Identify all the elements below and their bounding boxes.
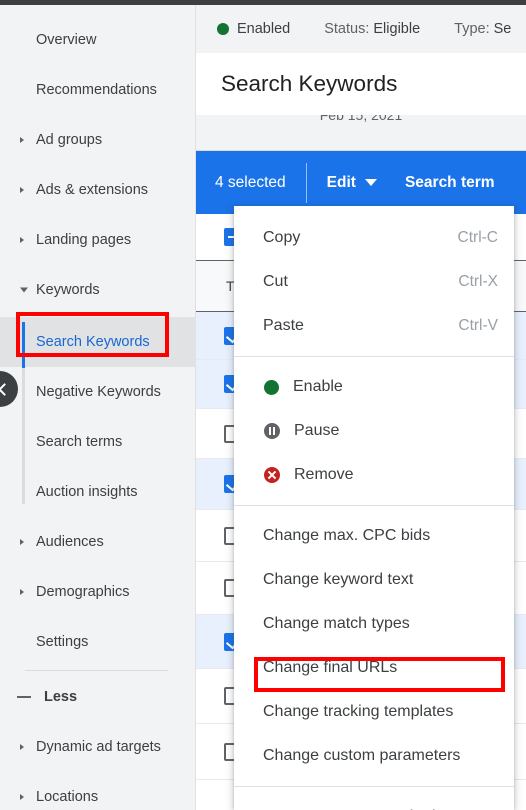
menu-item-label: Paste bbox=[263, 317, 304, 334]
enabled-status-label: Enabled bbox=[237, 21, 291, 37]
sidebar-item-less-toggle[interactable]: Less bbox=[0, 672, 196, 722]
menu-item-label: Change max. CPC bids bbox=[263, 527, 431, 544]
menu-item-label: Change tracking templates bbox=[263, 703, 454, 720]
sidebar-item-label: Audiences bbox=[36, 534, 104, 550]
sidebar-item-label: Search terms bbox=[36, 434, 123, 450]
menu-item-label: Change keyword text bbox=[263, 571, 414, 588]
chevron-left-icon bbox=[0, 382, 11, 396]
sidebar-item-locations[interactable]: Locations bbox=[0, 772, 196, 810]
chevron-right-icon bbox=[20, 589, 24, 595]
menu-item-enable[interactable]: Enable bbox=[234, 365, 514, 409]
sidebar-item-label: Ad groups bbox=[36, 132, 103, 148]
type-value: Se bbox=[493, 21, 512, 37]
sidebar-item-label: Recommendations bbox=[36, 82, 157, 98]
toolbar-divider bbox=[305, 162, 307, 203]
sidebar-item-keywords[interactable]: Keywords bbox=[0, 265, 196, 315]
enabled-status-dot bbox=[217, 23, 229, 35]
sidebar-item-overview[interactable]: Overview bbox=[0, 15, 196, 65]
selection-toolbar: 4 selected Edit Search term bbox=[196, 151, 526, 214]
type-field: Type: Se bbox=[454, 21, 511, 37]
sidebar-item-label: Dynamic ad targets bbox=[36, 739, 161, 755]
menu-separator bbox=[234, 505, 514, 506]
menu-item-shortcut: Ctrl-V bbox=[458, 317, 498, 334]
sidebar-item-label: Negative Keywords bbox=[36, 384, 161, 400]
sidebar-item-demographics[interactable]: Demographics bbox=[0, 567, 196, 617]
selected-count-label: 4 selected bbox=[215, 173, 286, 191]
status-prefix: Status: bbox=[324, 21, 374, 37]
caret-down-icon[interactable] bbox=[364, 179, 377, 186]
menu-item-change-keyword-text[interactable]: Change keyword text bbox=[234, 558, 514, 602]
menu-item-copy[interactable]: Copy Ctrl-C bbox=[234, 216, 514, 260]
search-terms-button[interactable]: Search term bbox=[405, 174, 495, 192]
active-item-indicator bbox=[22, 322, 25, 368]
status-field: Status: Eligible bbox=[324, 21, 420, 37]
sidebar-item-label: Locations bbox=[36, 789, 99, 805]
sidebar-item-label: Ads & extensions bbox=[36, 182, 149, 198]
menu-item-label: Change final URLs bbox=[263, 659, 398, 676]
edit-menu-button[interactable]: Edit bbox=[327, 174, 356, 192]
date-range-bar[interactable]: Feb 15, 2021 bbox=[196, 115, 526, 151]
chevron-right-icon bbox=[20, 187, 24, 193]
pause-circle-icon bbox=[264, 423, 280, 439]
sidebar-item-audiences[interactable]: Audiences bbox=[0, 517, 196, 567]
sidebar-item-negative-keywords[interactable]: Negative Keywords bbox=[0, 367, 196, 417]
menu-item-label: Pause bbox=[294, 422, 340, 439]
menu-item-change-custom-parameters[interactable]: Change custom parameters bbox=[234, 734, 514, 778]
menu-separator bbox=[234, 786, 514, 787]
sidebar-item-auction-insights[interactable]: Auction insights bbox=[0, 467, 196, 517]
chevron-right-icon bbox=[20, 539, 24, 545]
type-prefix: Type: bbox=[454, 21, 494, 37]
sidebar-item-label: Keywords bbox=[36, 282, 100, 298]
campaign-status-bar: Enabled Status: Eligible Type: Se bbox=[196, 5, 526, 53]
sidebar-item-ad-groups[interactable]: Ad groups bbox=[0, 115, 196, 165]
menu-item-label: Copy bbox=[263, 229, 301, 246]
menu-item-shortcut: Ctrl-C bbox=[457, 229, 498, 246]
menu-item-paste[interactable]: Paste Ctrl-V bbox=[234, 304, 514, 348]
sidebar-item-label: Demographics bbox=[36, 584, 130, 600]
menu-item-label: Change match types bbox=[263, 615, 410, 632]
remove-circle-icon bbox=[264, 467, 280, 483]
menu-item-shortcut: Ctrl-X bbox=[458, 273, 498, 290]
sidebar-item-settings[interactable]: Settings bbox=[0, 617, 196, 667]
menu-item-change-final-urls[interactable]: Change final URLs bbox=[234, 646, 514, 690]
sidebar-item-label: Landing pages bbox=[36, 232, 132, 248]
menu-item-change-max-cpc-bids[interactable]: Change max. CPC bids bbox=[234, 514, 514, 558]
menu-item-create-automated-rule[interactable]: Create an automated rule bbox=[234, 795, 514, 810]
sidebar-item-ads-extensions[interactable]: Ads & extensions bbox=[0, 165, 196, 215]
chevron-right-icon bbox=[20, 237, 24, 243]
sidebar-item-search-keywords[interactable]: Search Keywords bbox=[0, 317, 196, 367]
chevron-right-icon bbox=[20, 744, 24, 750]
chevron-right-icon bbox=[20, 794, 24, 800]
menu-item-label: Change custom parameters bbox=[263, 747, 461, 764]
sidebar-item-search-terms[interactable]: Search terms bbox=[0, 417, 196, 467]
menu-item-cut[interactable]: Cut Ctrl-X bbox=[234, 260, 514, 304]
left-sidebar-navigation: Overview Recommendations Ad groups Ads &… bbox=[0, 5, 196, 810]
sidebar-divider bbox=[25, 670, 168, 671]
menu-separator bbox=[234, 356, 514, 357]
sidebar-item-dynamic-ad-targets[interactable]: Dynamic ad targets bbox=[0, 722, 196, 772]
sidebar-item-label: Settings bbox=[36, 634, 89, 650]
menu-item-change-tracking-templates[interactable]: Change tracking templates bbox=[234, 690, 514, 734]
sidebar-item-landing-pages[interactable]: Landing pages bbox=[0, 215, 196, 265]
sidebar-item-recommendations[interactable]: Recommendations bbox=[0, 65, 196, 115]
menu-item-change-match-types[interactable]: Change match types bbox=[234, 602, 514, 646]
menu-item-pause[interactable]: Pause bbox=[234, 409, 514, 453]
menu-item-remove[interactable]: Remove bbox=[234, 453, 514, 497]
chevron-right-icon bbox=[20, 137, 24, 143]
sidebar-item-label: Overview bbox=[36, 32, 97, 48]
menu-item-label: Cut bbox=[263, 273, 288, 290]
green-circle-icon bbox=[264, 379, 279, 395]
minus-icon bbox=[17, 696, 31, 698]
edit-context-menu: Copy Ctrl-C Cut Ctrl-X Paste Ctrl-V Enab… bbox=[234, 206, 514, 810]
menu-item-label: Enable bbox=[293, 378, 343, 395]
menu-item-label: Remove bbox=[294, 466, 354, 483]
sidebar-item-label: Less bbox=[44, 689, 78, 705]
status-value: Eligible bbox=[373, 21, 421, 37]
chevron-down-icon bbox=[20, 287, 28, 293]
sidebar-item-label: Auction insights bbox=[36, 484, 138, 500]
date-range-label: Feb 15, 2021 bbox=[319, 115, 403, 123]
sidebar-item-label: Search Keywords bbox=[36, 334, 150, 350]
page-title-bar: Search Keywords bbox=[196, 53, 526, 115]
page-title: Search Keywords bbox=[221, 71, 398, 96]
